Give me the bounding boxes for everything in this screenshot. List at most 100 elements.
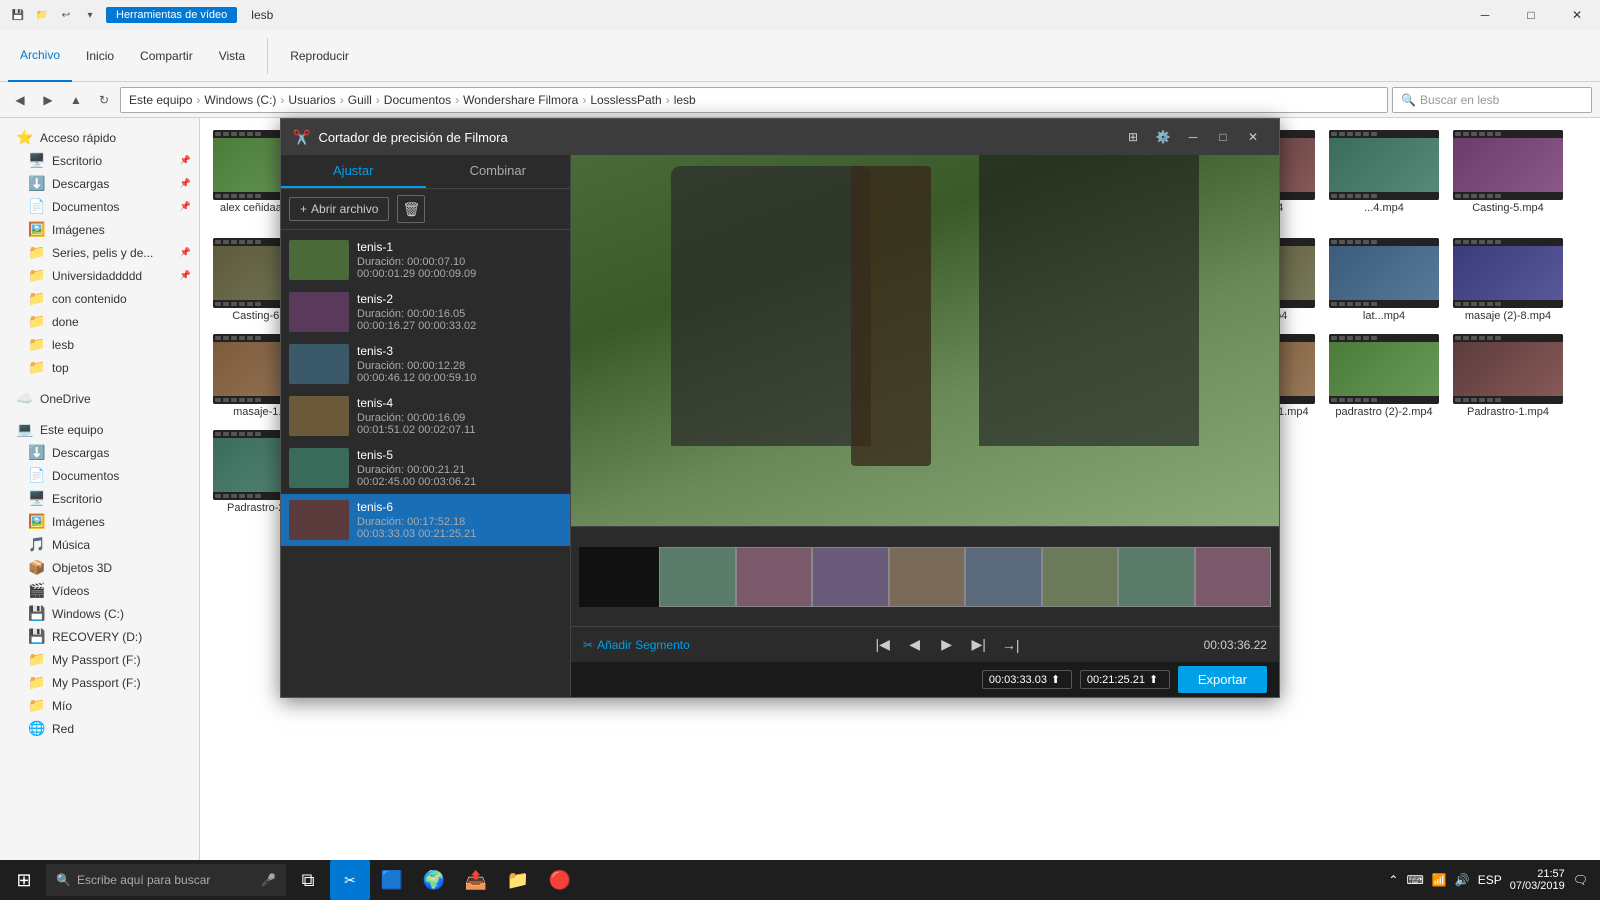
clip-item[interactable]: tenis-6Duración: 00:17:52.1800:03:33.03 …: [281, 494, 570, 546]
taskbar-icon-5[interactable]: 🔴: [540, 860, 580, 900]
sidebar-this-pc[interactable]: 💻 Este equipo: [0, 418, 199, 441]
address-path[interactable]: Este equipo › Windows (C:) › Usuarios › …: [120, 87, 1388, 113]
sidebar-item-videos[interactable]: 🎬 Vídeos: [0, 579, 199, 602]
timeline-clip[interactable]: [965, 547, 1042, 607]
forward-btn[interactable]: ▶: [36, 88, 60, 112]
sidebar-item-windowsc[interactable]: 💾 Windows (C:): [0, 602, 199, 625]
file-item[interactable]: Padrastro-1.mp4: [1448, 330, 1568, 422]
timeline-clip[interactable]: [1042, 547, 1119, 607]
timeline-clip[interactable]: [889, 547, 966, 607]
tab-vista[interactable]: Vista: [207, 30, 257, 82]
taskbar-icon-1[interactable]: 🟦: [372, 860, 412, 900]
clip-item[interactable]: tenis-3Duración: 00:00:12.2800:00:46.12 …: [281, 338, 570, 390]
sidebar-onedrive[interactable]: ☁️ OneDrive: [0, 387, 199, 410]
sidebar-item-imagenes2[interactable]: 🖼️ Imágenes: [0, 510, 199, 533]
clip-item[interactable]: tenis-4Duración: 00:00:16.0900:01:51.02 …: [281, 390, 570, 442]
save-btn[interactable]: 💾: [8, 5, 28, 25]
tab-inicio[interactable]: Inicio: [74, 30, 126, 82]
mic-icon[interactable]: 🎤: [261, 873, 276, 887]
sidebar-item-objetos3d[interactable]: 📦 Objetos 3D: [0, 556, 199, 579]
tab-ajustar[interactable]: Ajustar: [281, 155, 426, 188]
goto-start-btn[interactable]: |◀: [871, 633, 895, 657]
next-btn[interactable]: ▶|: [967, 633, 991, 657]
sidebar-item-mypassport1[interactable]: 📁 My Passport (F:): [0, 648, 199, 671]
tab-combinar[interactable]: Combinar: [426, 155, 571, 188]
undo-btn[interactable]: ↩: [56, 5, 76, 25]
sidebar-quick-access[interactable]: ⭐ Acceso rápido: [0, 126, 199, 149]
goto-end-btn[interactable]: →|: [999, 633, 1023, 657]
file-item[interactable]: padrastro (2)-2.mp4: [1324, 330, 1444, 422]
arrow-up-icon[interactable]: ⌃: [1388, 873, 1398, 887]
sidebar-item-lesb[interactable]: 📁 lesb: [0, 333, 199, 356]
export-btn[interactable]: Exportar: [1178, 666, 1267, 693]
title-bar-controls[interactable]: ─ □ ✕: [1462, 0, 1600, 30]
dialog-title-btns[interactable]: ⊞ ⚙️ ─ □ ✕: [1119, 125, 1267, 149]
dialog-minimize-btn[interactable]: ─: [1179, 125, 1207, 149]
sidebar-item-top[interactable]: 📁 top: [0, 356, 199, 379]
back-btn[interactable]: ◀: [8, 88, 32, 112]
sidebar-item-escritorio[interactable]: 🖥️ Escritorio 📌: [0, 149, 199, 172]
sidebar-item-mypassport2[interactable]: 📁 My Passport (F:): [0, 671, 199, 694]
add-file-btn[interactable]: + Abrir archivo: [289, 197, 389, 221]
file-item[interactable]: Casting-5.mp4: [1448, 126, 1568, 230]
tab-compartir[interactable]: Compartir: [128, 30, 205, 82]
keyboard-icon[interactable]: ⌨: [1406, 873, 1423, 887]
tab-reproducir[interactable]: Reproducir: [278, 30, 361, 82]
file-item[interactable]: ...4.mp4: [1324, 126, 1444, 230]
sidebar-item-documentos[interactable]: 📄 Documentos 📌: [0, 195, 199, 218]
clip-item[interactable]: tenis-1Duración: 00:00:07.1000:00:01.29 …: [281, 234, 570, 286]
start-button[interactable]: ⊞: [4, 860, 44, 900]
sidebar-item-red[interactable]: 🌐 Red: [0, 717, 199, 740]
delete-btn[interactable]: 🗑: [397, 195, 425, 223]
search-box[interactable]: 🔍 Buscar en lesb: [1392, 87, 1592, 113]
volume-icon[interactable]: 🔊: [1455, 873, 1470, 887]
dialog-settings-btn[interactable]: ⚙️: [1149, 125, 1177, 149]
dialog-close-btn[interactable]: ✕: [1239, 125, 1267, 149]
file-item[interactable]: lat...mp4: [1324, 234, 1444, 326]
sidebar-item-escritorio2[interactable]: 🖥️ Escritorio: [0, 487, 199, 510]
sidebar-item-imagenes[interactable]: 🖼️ Imágenes: [0, 218, 199, 241]
filmora-dialog[interactable]: ✂️ Cortador de precisión de Filmora ⊞ ⚙️…: [280, 118, 1280, 698]
sidebar-item-recoveryd[interactable]: 💾 RECOVERY (D:): [0, 625, 199, 648]
clip-item[interactable]: tenis-5Duración: 00:00:21.2100:02:45.00 …: [281, 442, 570, 494]
timeline-clip[interactable]: [659, 547, 736, 607]
network-icon[interactable]: 📶: [1432, 873, 1447, 887]
sidebar-item-contenido[interactable]: 📁 con contenido: [0, 287, 199, 310]
clip-start-input[interactable]: 00:03:33.03 ⬆: [982, 670, 1072, 689]
sidebar-item-musica[interactable]: 🎵 Música: [0, 533, 199, 556]
timeline-clips[interactable]: [659, 547, 1271, 607]
prev-btn[interactable]: ◀: [903, 633, 927, 657]
highlighted-tab[interactable]: Herramientas de vídeo: [106, 7, 237, 23]
notification-icon[interactable]: 🗨: [1573, 873, 1588, 887]
file-item[interactable]: masaje (2)-8.mp4: [1448, 234, 1568, 326]
quick-access[interactable]: 💾 📁 ↩ ▾: [8, 5, 100, 25]
timeline-clip[interactable]: [1195, 547, 1272, 607]
refresh-btn[interactable]: ↻: [92, 88, 116, 112]
dropdown-btn[interactable]: ▾: [80, 5, 100, 25]
sidebar-item-mio[interactable]: 📁 Mío: [0, 694, 199, 717]
add-segment-btn[interactable]: ✂ Añadir Segmento: [583, 638, 690, 652]
minimize-btn[interactable]: ─: [1462, 0, 1508, 30]
sidebar-item-done[interactable]: 📁 done: [0, 310, 199, 333]
timeline-clip[interactable]: [736, 547, 813, 607]
dialog-maximize-btn[interactable]: □: [1209, 125, 1237, 149]
dialog-layout-btn[interactable]: ⊞: [1119, 125, 1147, 149]
taskbar-icon-3[interactable]: 📤: [456, 860, 496, 900]
clip-item[interactable]: tenis-2Duración: 00:00:16.0500:00:16.27 …: [281, 286, 570, 338]
taskbar-icon-2[interactable]: 🌍: [414, 860, 454, 900]
timeline-clip[interactable]: [1118, 547, 1195, 607]
folder-btn[interactable]: 📁: [32, 5, 52, 25]
play-btn[interactable]: ▶: [935, 633, 959, 657]
sidebar-item-series[interactable]: 📁 Series, pelis y de... 📌: [0, 241, 199, 264]
sidebar-item-descargas2[interactable]: ⬇️ Descargas: [0, 441, 199, 464]
taskview-btn[interactable]: ⧉: [288, 860, 328, 900]
up-btn[interactable]: ▲: [64, 88, 88, 112]
sidebar-item-descargas[interactable]: ⬇️ Descargas 📌: [0, 172, 199, 195]
clip-end-input[interactable]: 00:21:25.21 ⬆: [1080, 670, 1170, 689]
taskbar-search[interactable]: 🔍 Escribe aquí para buscar 🎤: [46, 864, 286, 896]
timeline-clip[interactable]: [812, 547, 889, 607]
sidebar-item-universidad[interactable]: 📁 Universidaddddd 📌: [0, 264, 199, 287]
tab-archivo[interactable]: Archivo: [8, 30, 72, 82]
maximize-btn[interactable]: □: [1508, 0, 1554, 30]
sidebar-item-documentos2[interactable]: 📄 Documentos: [0, 464, 199, 487]
